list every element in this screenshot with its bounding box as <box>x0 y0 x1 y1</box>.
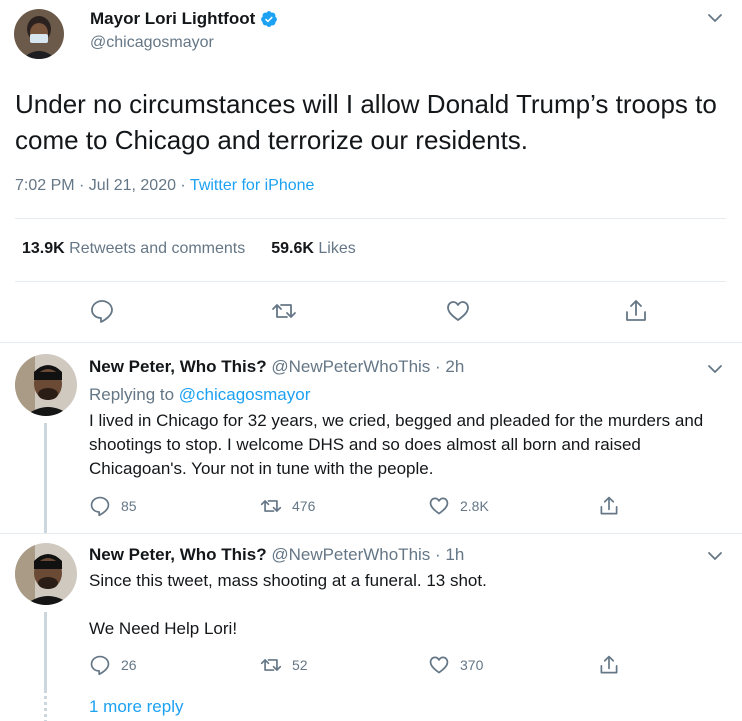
like-button[interactable]: 370 <box>428 654 483 676</box>
tweet-stats: 13.9K Retweets and comments 59.6K Likes <box>22 240 356 258</box>
chevron-down-icon[interactable] <box>707 361 723 377</box>
author-name-text[interactable]: Mayor Lori Lightfoot <box>90 9 255 29</box>
reply-author-handle[interactable]: @NewPeterWhoThis · 2h <box>271 357 464 376</box>
reply-actions: 26 52 370 <box>0 654 742 676</box>
likes-label: Likes <box>318 240 356 257</box>
likes-count: 59.6K <box>271 240 314 257</box>
thread-line <box>44 612 47 690</box>
chevron-down-icon[interactable] <box>707 10 723 26</box>
share-icon <box>600 655 618 674</box>
reply-button[interactable]: 26 <box>89 654 137 676</box>
retweet-icon <box>260 659 282 671</box>
retweet-count: 476 <box>292 498 316 514</box>
share-button[interactable] <box>598 654 630 676</box>
reply-tweet: New Peter, Who This? @NewPeterWhoThis · … <box>0 343 742 533</box>
reply-count: 85 <box>121 498 137 514</box>
retweet-button[interactable]: 476 <box>260 495 315 517</box>
reply-author-name[interactable]: New Peter, Who This? <box>89 357 267 376</box>
tweet-source-link[interactable]: Twitter for iPhone <box>190 177 315 194</box>
reply-text-line: We Need Help Lori! <box>89 619 238 638</box>
divider <box>15 281 726 282</box>
tweet-timestamp[interactable]: 7:02 PM · Jul 21, 2020 · <box>15 177 190 194</box>
replying-to-prefix: Replying to <box>89 385 179 404</box>
more-replies-link[interactable]: 1 more reply <box>89 697 183 717</box>
verified-badge-icon <box>260 10 278 28</box>
reply-text-line: Since this tweet, mass shooting at a fun… <box>89 571 487 590</box>
thread-continuation-dots <box>44 690 47 721</box>
tweet-actions <box>0 298 742 328</box>
reply-header: New Peter, Who This? @NewPeterWhoThis · … <box>89 357 464 377</box>
retweets-stat[interactable]: 13.9K Retweets and comments <box>22 240 245 258</box>
like-icon[interactable] <box>445 298 471 324</box>
like-icon <box>429 656 449 674</box>
retweets-label: Retweets and comments <box>69 240 246 257</box>
share-icon[interactable] <box>623 298 649 324</box>
replying-to-link[interactable]: @chicagosmayor <box>179 385 311 404</box>
reply-avatar[interactable] <box>15 354 77 416</box>
author-name[interactable]: Mayor Lori Lightfoot <box>90 9 278 29</box>
retweet-icon[interactable] <box>271 298 297 324</box>
reply-tweet: New Peter, Who This? @NewPeterWhoThis · … <box>0 534 742 694</box>
reply-header: New Peter, Who This? @NewPeterWhoThis · … <box>89 545 464 565</box>
retweet-icon <box>260 500 282 512</box>
tweet-text: Under no circumstances will I allow Dona… <box>15 89 717 155</box>
reply-icon <box>90 496 110 517</box>
retweets-count: 13.9K <box>22 240 65 257</box>
likes-stat[interactable]: 59.6K Likes <box>271 240 356 258</box>
share-button[interactable] <box>598 495 630 517</box>
reply-icon <box>90 655 110 676</box>
retweet-button[interactable]: 52 <box>260 654 308 676</box>
retweet-count: 52 <box>292 657 308 673</box>
mayor-avatar[interactable] <box>14 9 64 59</box>
reply-icon[interactable] <box>89 298 115 324</box>
like-count: 370 <box>460 657 484 673</box>
chevron-down-icon[interactable] <box>707 548 723 564</box>
reply-actions: 85 476 2.8K <box>0 495 742 517</box>
divider <box>15 218 726 219</box>
like-icon <box>429 497 449 515</box>
reply-count: 26 <box>121 657 137 673</box>
tweet-meta: 7:02 PM · Jul 21, 2020 · Twitter for iPh… <box>15 177 314 195</box>
reply-author-handle[interactable]: @NewPeterWhoThis · 1h <box>271 545 464 564</box>
like-count: 2.8K <box>460 498 489 514</box>
share-icon <box>600 496 618 515</box>
reply-button[interactable]: 85 <box>89 495 137 517</box>
reply-avatar[interactable] <box>15 543 77 605</box>
reply-text: I lived in Chicago for 32 years, we crie… <box>89 411 704 478</box>
author-handle[interactable]: @chicagosmayor <box>90 34 214 52</box>
like-button[interactable]: 2.8K <box>428 495 489 517</box>
main-tweet: Mayor Lori Lightfoot @chicagosmayor Unde… <box>0 0 742 342</box>
reply-author-name[interactable]: New Peter, Who This? <box>89 545 267 564</box>
replying-to: Replying to @chicagosmayor <box>89 385 310 405</box>
